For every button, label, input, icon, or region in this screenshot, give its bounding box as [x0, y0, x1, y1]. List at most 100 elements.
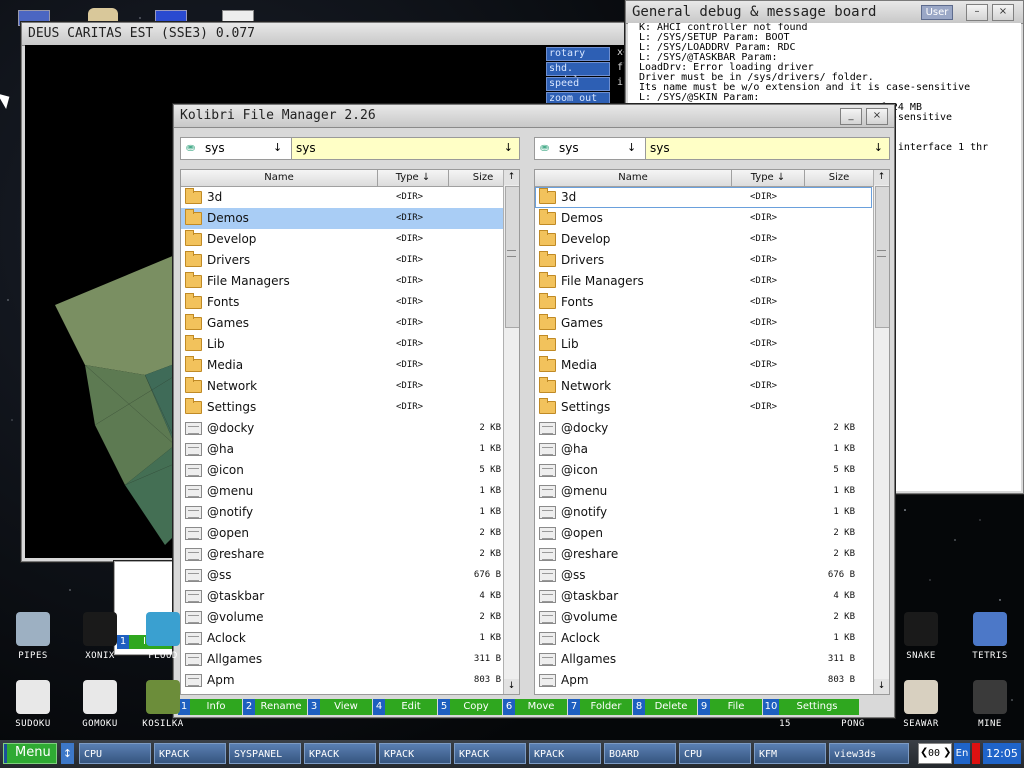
folder-row[interactable]: Drivers <DIR>	[181, 250, 518, 271]
workspace-counter[interactable]: ❮ 00 ❯	[918, 743, 952, 764]
desktop-icon[interactable]: 15	[755, 680, 815, 729]
file-row[interactable]: Apm 803 B	[535, 670, 872, 691]
desktop-icon[interactable]: XONIX	[70, 612, 130, 661]
fkey-move-button[interactable]: 6 Move	[503, 699, 567, 715]
fkey-delete-button[interactable]: 8 Delete	[633, 699, 697, 715]
folder-row[interactable]: Demos <DIR>	[535, 208, 872, 229]
desktop-top-icon-2[interactable]	[88, 8, 118, 22]
type-column-header[interactable]: Type ↓	[732, 170, 805, 186]
language-indicator[interactable]: En	[954, 743, 970, 764]
taskbar-item[interactable]: KPACK	[154, 743, 226, 764]
file-row[interactable]: Aclock 1 KB	[535, 628, 872, 649]
chevron-down-icon[interactable]: ↓	[627, 141, 636, 154]
taskbar-item[interactable]: KFM	[754, 743, 826, 764]
folder-row[interactable]: Develop <DIR>	[181, 229, 518, 250]
file-manager-window[interactable]: Kolibri File Manager 2.26 _ × ⛂ sys ↓ sy…	[173, 104, 895, 718]
folder-row[interactable]: Settings <DIR>	[181, 397, 518, 418]
right-path-field[interactable]: sys ↓	[645, 137, 890, 160]
right-file-pane[interactable]: Name Type ↓ Size 3d <DIR> Demos <DIR> Develo…	[534, 169, 890, 695]
file-row[interactable]: @reshare 2 KB	[535, 544, 872, 565]
fkey-view-button[interactable]: 3 View	[308, 699, 372, 715]
file-row[interactable]: @menu 1 KB	[181, 481, 518, 502]
file-row[interactable]: @icon 5 KB	[535, 460, 872, 481]
taskbar-item[interactable]: KPACK	[454, 743, 526, 764]
type-column-header[interactable]: Type ↓	[378, 170, 449, 186]
kfm-minimize-button[interactable]: _	[840, 108, 862, 125]
file-row[interactable]: @open 2 KB	[181, 523, 518, 544]
file-row[interactable]: @ss 676 B	[535, 565, 872, 586]
kfm-close-button[interactable]: ×	[866, 108, 888, 125]
right-scroll-thumb[interactable]	[875, 186, 889, 328]
rotary-button[interactable]: rotary	[546, 47, 610, 61]
demo-titlebar[interactable]: DEUS CARITAS EST (SSE3) 0.077	[22, 23, 628, 46]
taskbar-item[interactable]: BOARD	[604, 743, 676, 764]
folder-row[interactable]: Network <DIR>	[535, 376, 872, 397]
file-row[interactable]: @volume 2 KB	[181, 607, 518, 628]
folder-row[interactable]: Lib <DIR>	[181, 334, 518, 355]
user-button[interactable]: User	[921, 5, 953, 20]
file-row[interactable]: @docky 2 KB	[181, 418, 518, 439]
speed-button[interactable]: speed	[546, 77, 610, 91]
folder-row[interactable]: Demos <DIR>	[181, 208, 518, 229]
left-file-pane[interactable]: Name Type ↓ Size 3d <DIR> Demos <DIR> Develo…	[180, 169, 520, 695]
name-column-header[interactable]: Name	[535, 170, 732, 186]
desktop-icon[interactable]: FLOOD	[133, 612, 193, 661]
size-column-header[interactable]: Size	[805, 170, 874, 186]
desktop-icon[interactable]: PONG	[823, 680, 883, 729]
file-row[interactable]: Allgames 311 B	[181, 649, 518, 670]
left-drive-select[interactable]: ⛂ sys ↓	[180, 137, 292, 160]
folder-row[interactable]: Media <DIR>	[535, 355, 872, 376]
file-row[interactable]: @volume 2 KB	[535, 607, 872, 628]
left-scroll-thumb[interactable]	[505, 186, 519, 328]
desktop-icon[interactable]: SUDOKU	[3, 680, 63, 729]
fkey-edit-button[interactable]: 4 Edit	[373, 699, 437, 715]
desktop-icon[interactable]: SEAWAR	[891, 680, 951, 729]
desktop-icon[interactable]: PIPES	[3, 612, 63, 661]
file-row[interactable]: @icon 5 KB	[181, 460, 518, 481]
folder-row[interactable]: File Managers <DIR>	[535, 271, 872, 292]
desktop-icon[interactable]: TETRIS	[960, 612, 1020, 661]
right-drive-select[interactable]: ⛂ sys ↓	[534, 137, 646, 160]
shading-model-button[interactable]: shd. model	[546, 62, 610, 86]
file-row[interactable]: @ha 1 KB	[535, 439, 872, 460]
scroll-down-icon[interactable]: ↓	[504, 679, 519, 694]
taskbar-item[interactable]: CPU	[679, 743, 751, 764]
folder-row[interactable]: Media <DIR>	[181, 355, 518, 376]
file-row[interactable]: @menu 1 KB	[535, 481, 872, 502]
file-row[interactable]: @notify 1 KB	[535, 502, 872, 523]
chevron-down-icon[interactable]: ↓	[874, 141, 883, 154]
clock[interactable]: 12:05	[983, 743, 1021, 764]
chevron-down-icon[interactable]: ↓	[273, 141, 282, 154]
file-row[interactable]: @taskbar 4 KB	[535, 586, 872, 607]
folder-row[interactable]: Fonts <DIR>	[535, 292, 872, 313]
folder-row[interactable]: Games <DIR>	[535, 313, 872, 334]
right-scrollbar[interactable]: ↑ ↓	[873, 170, 889, 694]
left-path-field[interactable]: sys ↓	[291, 137, 520, 160]
fkey-copy-button[interactable]: 5 Copy	[438, 699, 502, 715]
fkey-file-button[interactable]: 9 File	[698, 699, 762, 715]
file-row[interactable]: Aclock 1 KB	[181, 628, 518, 649]
folder-row[interactable]: File Managers <DIR>	[181, 271, 518, 292]
folder-row[interactable]: Drivers <DIR>	[535, 250, 872, 271]
file-row[interactable]: @taskbar 4 KB	[181, 586, 518, 607]
taskbar-item[interactable]: KPACK	[529, 743, 601, 764]
name-column-header[interactable]: Name	[181, 170, 378, 186]
left-file-list[interactable]: 3d <DIR> Demos <DIR> Develop <DIR> Drivers <DIR…	[181, 187, 518, 691]
file-row[interactable]: Apm 803 B	[181, 670, 518, 691]
menu-button[interactable]: Menu	[3, 743, 57, 764]
taskbar-item[interactable]: KPACK	[379, 743, 451, 764]
file-row[interactable]: @docky 2 KB	[535, 418, 872, 439]
kfm-titlebar[interactable]: Kolibri File Manager 2.26 _ ×	[174, 105, 894, 128]
folder-row[interactable]: Lib <DIR>	[535, 334, 872, 355]
desktop-icon[interactable]: GOMOKU	[70, 680, 130, 729]
desktop-icon[interactable]: KOSILKA	[133, 680, 193, 729]
taskbar-switch-icon[interactable]: ↕	[61, 743, 74, 764]
taskbar-item[interactable]: CPU	[79, 743, 151, 764]
board-minimize-button[interactable]: –	[966, 4, 988, 21]
desktop-icon[interactable]: SNAKE	[891, 612, 951, 661]
file-row[interactable]: @notify 1 KB	[181, 502, 518, 523]
fkey-rename-button[interactable]: 2 Rename	[243, 699, 307, 715]
right-file-list[interactable]: 3d <DIR> Demos <DIR> Develop <DIR> Drivers <DIR…	[535, 187, 872, 691]
folder-row[interactable]: 3d <DIR>	[535, 187, 872, 208]
file-row[interactable]: @reshare 2 KB	[181, 544, 518, 565]
